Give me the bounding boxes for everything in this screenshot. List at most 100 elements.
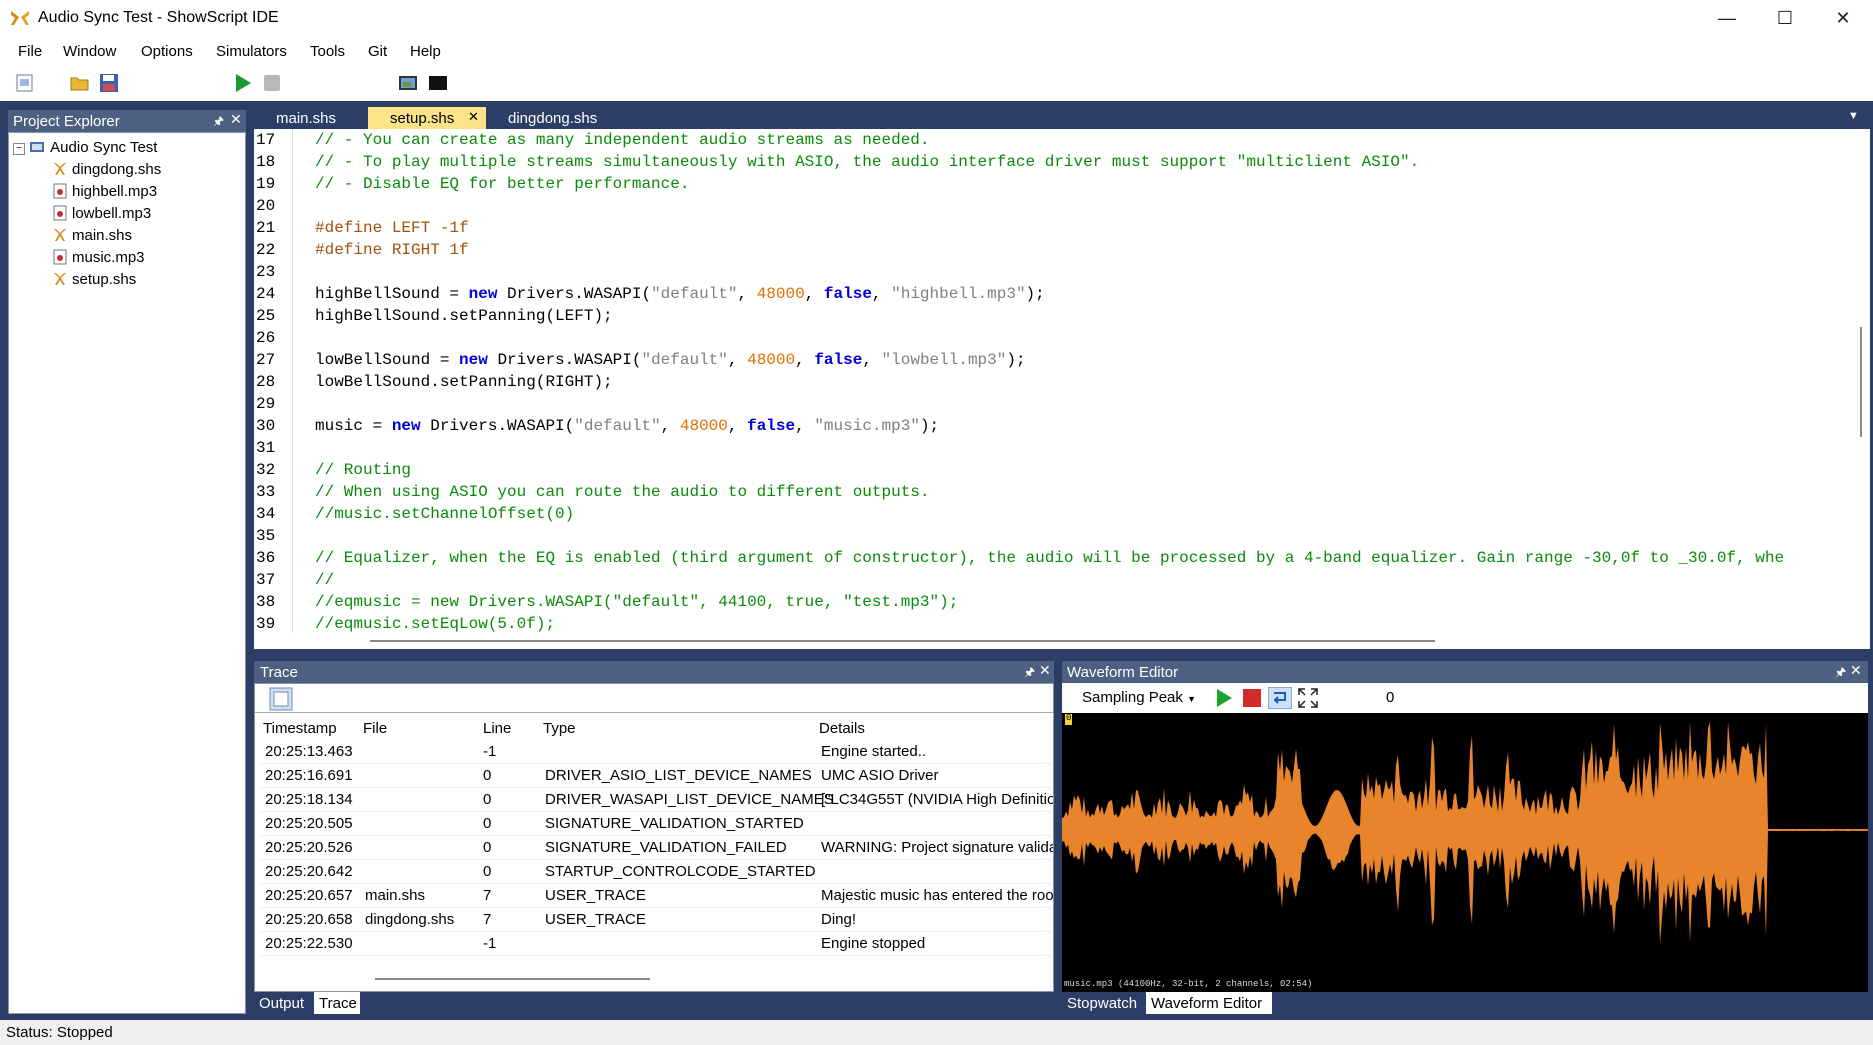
code-line[interactable]: // - Disable EQ for better performance. <box>315 175 689 193</box>
table-cell: 20:25:22.530 <box>265 935 353 952</box>
close-tab-icon[interactable]: ✕ <box>468 109 479 125</box>
waveform-canvas[interactable]: 0 music.mp3 (44100Hz, 32-bit, 2 channels… <box>1062 713 1868 992</box>
code-line[interactable]: // When using ASIO you can route the aud… <box>315 483 930 501</box>
play-icon[interactable] <box>232 72 254 94</box>
code-line[interactable]: #define LEFT -1f <box>315 219 469 237</box>
app-logo-icon <box>11 11 29 25</box>
code-line[interactable]: highBellSound = new Drivers.WASAPI("defa… <box>315 285 1045 303</box>
code-editor[interactable]: 17 // - You can create as many independen… <box>254 129 1870 649</box>
line-number: 26 <box>256 329 276 347</box>
code-line[interactable]: //eqmusic.setEqLow(5.0f); <box>315 615 555 633</box>
code-line[interactable]: music = new Drivers.WASAPI("default", 48… <box>315 417 939 435</box>
menu-file[interactable]: File <box>18 43 42 60</box>
table-row[interactable] <box>259 931 1053 956</box>
menu-help[interactable]: Help <box>410 43 441 60</box>
column-header-line[interactable]: Line <box>483 720 511 737</box>
code-line[interactable]: lowBellSound.setPanning(RIGHT); <box>315 373 613 391</box>
close-panel-icon[interactable]: ✕ <box>230 111 242 128</box>
console-icon[interactable] <box>427 72 449 94</box>
line-number: 19 <box>256 175 276 193</box>
menu-window[interactable]: Window <box>63 43 116 60</box>
scroll-thumb[interactable] <box>1860 327 1862 437</box>
tree-file-highbell[interactable]: highbell.mp3 <box>53 183 157 200</box>
tab-dingdong[interactable]: dingdong.shs <box>508 107 618 129</box>
project-explorer-header: Project Explorer 🖈 ✕ <box>8 110 246 132</box>
tree-file-music[interactable]: music.mp3 <box>53 249 145 266</box>
stop-icon[interactable] <box>261 72 283 94</box>
new-project-icon[interactable] <box>14 72 36 94</box>
table-row[interactable] <box>259 739 1053 764</box>
table-cell: SIGNATURE_VALIDATION_STARTED <box>545 815 804 832</box>
tree-root[interactable]: − Audio Sync Test <box>13 139 157 156</box>
line-number: 35 <box>256 527 276 545</box>
code-line[interactable]: //music.setChannelOffset(0) <box>315 505 574 523</box>
tab-list-icon[interactable]: ▼ <box>1848 110 1859 122</box>
editor-horizontal-scrollbar[interactable] <box>254 633 1851 649</box>
fullscreen-icon[interactable] <box>1298 688 1318 708</box>
open-folder-icon[interactable] <box>69 72 91 94</box>
code-line[interactable]: //eqmusic = new Drivers.WASAPI("default"… <box>315 593 958 611</box>
audio-file-icon <box>53 205 67 221</box>
tree-file-setup[interactable]: setup.shs <box>53 271 136 288</box>
project-explorer-title: Project Explorer <box>13 113 120 130</box>
menu-tools[interactable]: Tools <box>310 43 345 60</box>
tab-trace[interactable]: Trace <box>314 992 360 1014</box>
tab-output[interactable]: Output <box>254 992 312 1014</box>
tab-waveform-editor[interactable]: Waveform Editor <box>1146 992 1272 1014</box>
scroll-thumb[interactable] <box>370 640 1435 642</box>
code-line[interactable]: // Equalizer, when the EQ is enabled (th… <box>315 549 1784 567</box>
sampling-mode-value: Sampling Peak <box>1082 689 1183 706</box>
code-line[interactable]: highBellSound.setPanning(LEFT); <box>315 307 613 325</box>
tab-main[interactable]: main.shs <box>276 107 366 129</box>
collapse-icon[interactable]: − <box>13 143 25 155</box>
code-line[interactable]: // Routing <box>315 461 411 479</box>
close-button[interactable]: ✕ <box>1816 0 1870 36</box>
code-line[interactable]: #define RIGHT 1f <box>315 241 469 259</box>
pin-icon[interactable]: 🖈 <box>1024 663 1035 684</box>
clear-trace-icon[interactable] <box>269 687 293 711</box>
code-line[interactable]: lowBellSound = new Drivers.WASAPI("defau… <box>315 351 1026 369</box>
code-line[interactable]: // - To play multiple streams simultaneo… <box>315 153 1419 171</box>
code-line[interactable]: // - You can create as many independent … <box>315 131 930 149</box>
trace-horizontal-scroll-thumb[interactable] <box>375 978 650 980</box>
table-cell: 7 <box>483 887 492 904</box>
line-number: 32 <box>256 461 276 479</box>
minimize-button[interactable]: — <box>1700 0 1754 36</box>
column-header-details[interactable]: Details <box>819 720 865 737</box>
title-bar: Audio Sync Test - ShowScript IDE — ☐ ✕ <box>0 0 1873 36</box>
line-number: 24 <box>256 285 276 303</box>
code-line[interactable]: // <box>315 571 334 589</box>
editor-vertical-scrollbar[interactable] <box>1851 129 1870 635</box>
column-header-timestamp[interactable]: Timestamp <box>263 720 337 737</box>
tree-file-dingdong[interactable]: dingdong.shs <box>53 161 161 178</box>
menu-simulators[interactable]: Simulators <box>216 43 287 60</box>
column-header-file[interactable]: File <box>363 720 387 737</box>
menu-bar: File Window Options Simulators Tools Git… <box>0 36 1873 66</box>
save-icon[interactable] <box>98 72 120 94</box>
table-cell: 0 <box>483 863 492 880</box>
table-cell: Ding! <box>821 911 857 928</box>
play-icon[interactable] <box>1214 688 1234 708</box>
loop-icon[interactable] <box>1268 687 1292 709</box>
sampling-mode-dropdown[interactable]: Sampling Peak ▼ <box>1082 689 1196 706</box>
line-number: 27 <box>256 351 276 369</box>
tree-file-lowbell[interactable]: lowbell.mp3 <box>53 205 151 222</box>
stop-icon[interactable] <box>1242 688 1262 708</box>
line-number: 37 <box>256 571 276 589</box>
menu-git[interactable]: Git <box>368 43 387 60</box>
simulator-icon[interactable] <box>397 72 419 94</box>
maximize-button[interactable]: ☐ <box>1758 0 1812 36</box>
close-panel-icon[interactable]: ✕ <box>1039 662 1051 679</box>
close-panel-icon[interactable]: ✕ <box>1850 662 1862 679</box>
column-header-type[interactable]: Type <box>543 720 576 737</box>
audio-file-icon <box>53 183 67 199</box>
tree-file-main[interactable]: main.shs <box>53 227 132 244</box>
tab-setup[interactable]: setup.shs ✕ <box>368 107 486 129</box>
status-text: Status: Stopped <box>6 1024 113 1041</box>
project-icon <box>30 142 45 152</box>
pin-icon[interactable]: 🖈 <box>213 112 224 133</box>
tab-stopwatch[interactable]: Stopwatch <box>1062 992 1144 1014</box>
tree-file-label: lowbell.mp3 <box>72 205 152 222</box>
pin-icon[interactable]: 🖈 <box>1835 663 1846 684</box>
menu-options[interactable]: Options <box>141 43 193 60</box>
